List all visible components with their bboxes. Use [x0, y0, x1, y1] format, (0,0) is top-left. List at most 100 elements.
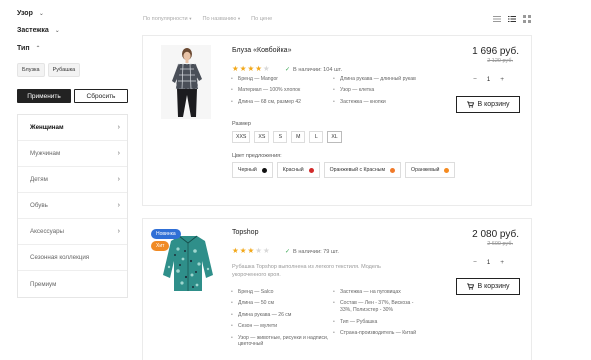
- quantity-value[interactable]: 1: [487, 77, 490, 83]
- list-view-icon[interactable]: [493, 15, 501, 23]
- reset-button[interactable]: Сбросить: [74, 89, 128, 103]
- view-switcher: [493, 15, 531, 23]
- chevron-down-icon: ⌄: [54, 28, 60, 34]
- quantity-value[interactable]: 1: [487, 260, 490, 266]
- quantity-stepper: − 1 +: [473, 259, 504, 266]
- color-option[interactable]: Красный: [276, 162, 320, 178]
- product-description: Рубашка Topshop выполнена из легкого тек…: [232, 264, 381, 279]
- minus-icon[interactable]: −: [473, 259, 477, 266]
- size-option[interactable]: XS: [254, 131, 270, 143]
- size-option[interactable]: L: [309, 131, 324, 143]
- product-prop: Застежка — кнопки: [333, 99, 438, 106]
- star-icon: ★: [232, 64, 239, 73]
- category-item-shoes[interactable]: Обувь ›: [18, 193, 127, 219]
- add-to-cart-label: В корзину: [477, 283, 510, 290]
- product-prop: Длина — 50 см: [231, 300, 331, 307]
- product-prop: Состав — Лен - 37%, Вискоза - 33%, Полиэ…: [333, 300, 425, 314]
- sort-popularity-label: По популярности: [143, 16, 188, 22]
- minus-icon[interactable]: −: [473, 76, 477, 83]
- badge-hit: Хит: [151, 241, 170, 251]
- filter-fastener[interactable]: Застежка ⌄: [17, 27, 60, 34]
- star-icon: ★: [239, 246, 247, 255]
- add-to-cart-button[interactable]: В корзину: [456, 96, 520, 113]
- filter-chip[interactable]: Блузка: [17, 63, 45, 77]
- sort-name-label: По названию: [202, 16, 237, 22]
- product-title[interactable]: Блуза «Ковбойка»: [232, 47, 291, 54]
- product-prop: Бренд — Mangor: [231, 76, 331, 83]
- category-label: Сезонная коллекция: [30, 254, 90, 261]
- category-item-accessories[interactable]: Аксессуары ›: [18, 219, 127, 245]
- cart-icon: [466, 283, 474, 290]
- sort-price[interactable]: По цене: [251, 16, 272, 22]
- stock-text: В наличии: 79 шт.: [293, 248, 339, 255]
- add-to-cart-button[interactable]: В корзину: [456, 278, 520, 295]
- color-option-label: Черный: [238, 167, 257, 173]
- product-image[interactable]: [161, 231, 215, 293]
- product-props-left: Бренд — Salco Длина — 50 см Длина рукава…: [231, 289, 331, 353]
- product-prop: Страна-производитель — Китай: [333, 330, 425, 337]
- star-icon: ★: [262, 246, 270, 255]
- filter-type[interactable]: Тип ⌃: [17, 45, 41, 52]
- product-image[interactable]: [161, 45, 211, 119]
- color-option[interactable]: Оранжевый: [405, 162, 456, 178]
- product-prop: Бренд — Salco: [231, 289, 331, 296]
- category-item-seasonal[interactable]: Сезонная коллекция: [18, 245, 127, 271]
- table-view-icon[interactable]: [508, 15, 516, 23]
- color-option[interactable]: Черный: [232, 162, 273, 178]
- chevron-right-icon: ›: [117, 228, 120, 235]
- sort-bar: По популярности ▾ По названию ▾ По цене: [143, 16, 272, 22]
- category-item-women[interactable]: Женщинам ›: [18, 115, 127, 141]
- size-option[interactable]: XXS: [232, 131, 251, 143]
- size-option[interactable]: S: [273, 131, 288, 143]
- add-to-cart-label: В корзину: [477, 101, 510, 108]
- category-item-kids[interactable]: Детям ›: [18, 167, 127, 193]
- color-option-label: Красный: [282, 167, 304, 173]
- sort-popularity[interactable]: По популярности ▾: [143, 16, 191, 22]
- chevron-down-icon: ▾: [189, 16, 192, 21]
- grid-view-icon[interactable]: [523, 15, 531, 23]
- product-prop: Длина рукава — 26 см: [231, 312, 331, 319]
- product-price: 1 696 руб.: [472, 46, 519, 57]
- product-prop: Узор — животные, рисунки и надписи, цвет…: [231, 335, 331, 349]
- badge-new: Новинка: [151, 229, 181, 239]
- product-prop: Узор — клетка: [333, 87, 438, 94]
- color-label: Цвет предложения:: [232, 153, 282, 159]
- product-props-right: Застежка — на пуговицах Состав — Лен - 3…: [333, 289, 425, 341]
- color-option-label: Оранжевый с Красным: [329, 167, 386, 173]
- quantity-stepper: − 1 +: [473, 76, 504, 83]
- rating-stars: ★ ★ ★ ★ ★: [232, 65, 270, 73]
- category-menu: Женщинам › Мужчинам › Детям › Обувь › Ак…: [17, 114, 128, 298]
- star-icon: ★: [232, 246, 239, 255]
- check-icon: ✓: [285, 249, 291, 255]
- plus-icon[interactable]: +: [500, 259, 504, 266]
- color-option[interactable]: Оранжевый с Красным: [323, 162, 402, 178]
- color-options: Черный Красный Оранжевый с Красным Оранж…: [232, 162, 472, 178]
- category-label: Аксессуары: [30, 228, 64, 235]
- product-price: 2 080 руб.: [472, 229, 519, 240]
- product-title[interactable]: Topshop: [232, 229, 258, 236]
- star-icon: ★: [255, 64, 262, 73]
- category-item-premium[interactable]: Премиум: [18, 271, 127, 297]
- size-option[interactable]: M: [291, 131, 306, 143]
- plus-icon[interactable]: +: [500, 76, 504, 83]
- chevron-down-icon: ⌄: [38, 11, 44, 17]
- category-item-men[interactable]: Мужчинам ›: [18, 141, 127, 167]
- apply-button[interactable]: Применить: [17, 89, 71, 103]
- chevron-down-icon: ▾: [237, 16, 241, 21]
- product-prop: Длина рукава — длинный рукав: [333, 76, 438, 83]
- product-prop: Тип — Рубашка: [333, 319, 425, 326]
- product-card: Новинка Хит Topshop ★ ★ ★ ★ ★ ✓ В наличи…: [142, 218, 532, 360]
- stock-status: ✓ В наличии: 104 шт.: [285, 66, 342, 74]
- star-icon: ★: [255, 246, 262, 255]
- sort-name[interactable]: По названию ▾: [202, 16, 240, 22]
- size-options: XXS XS S M L XL: [232, 131, 342, 143]
- chevron-right-icon: ›: [117, 150, 120, 157]
- product-props-right: Длина рукава — длинный рукав Узор — клет…: [333, 76, 438, 110]
- size-option-selected[interactable]: XL: [327, 131, 342, 143]
- product-card: Блуза «Ковбойка» ★ ★ ★ ★ ★ ✓ В наличии: …: [142, 35, 532, 206]
- chevron-up-icon: ⌃: [35, 46, 41, 52]
- color-swatch: [261, 167, 267, 173]
- category-label: Детям: [30, 176, 48, 183]
- filter-pattern[interactable]: Узор ⌄: [17, 10, 44, 17]
- filter-chip[interactable]: Рубашка: [47, 63, 81, 77]
